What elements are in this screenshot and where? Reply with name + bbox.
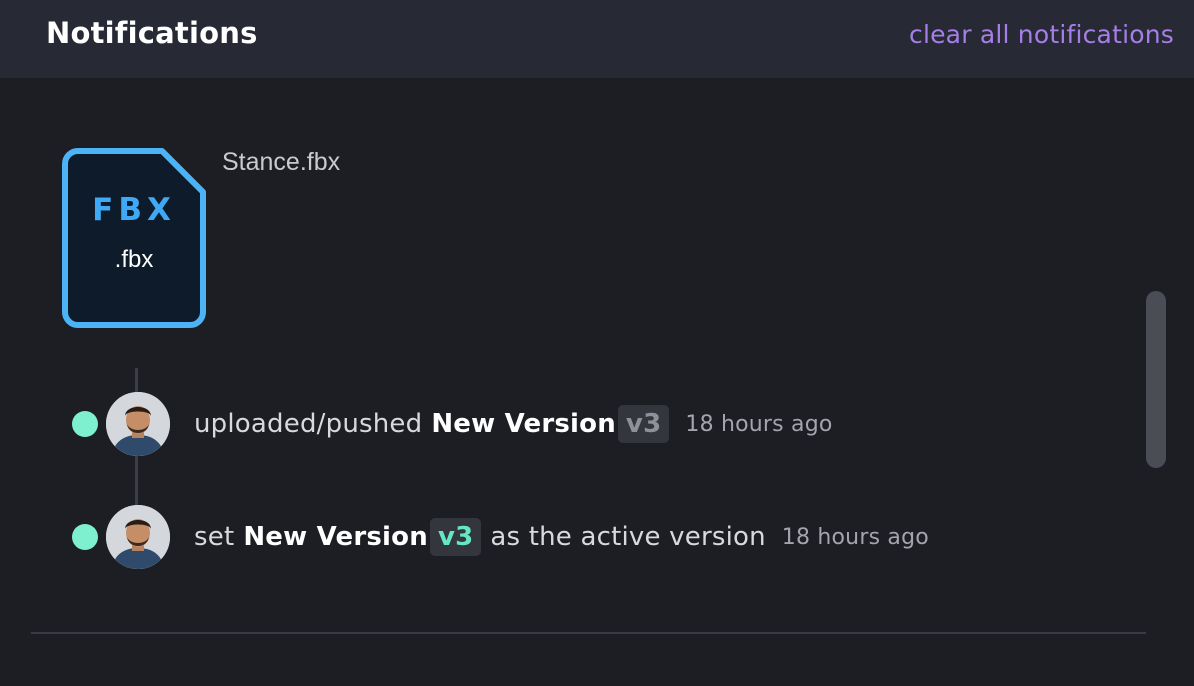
activity-item: set New Version v3 as the active version… bbox=[72, 504, 929, 570]
activity-action: uploaded/pushed bbox=[194, 409, 423, 439]
file-type-label: FBX bbox=[92, 192, 176, 228]
notifications-panel: Notifications clear all notifications FB… bbox=[0, 0, 1194, 686]
activity-text: set New Version v3 as the active version… bbox=[194, 518, 929, 556]
user-avatar-icon bbox=[106, 392, 170, 456]
version-tag[interactable]: v3 bbox=[617, 405, 670, 443]
version-name[interactable]: New Version bbox=[431, 409, 616, 439]
fbx-file-icon[interactable]: FBX .fbx bbox=[62, 148, 206, 328]
activity-action: set bbox=[194, 522, 235, 552]
unread-status-dot bbox=[72, 411, 98, 437]
avatar[interactable] bbox=[106, 392, 170, 456]
divider bbox=[31, 632, 1146, 634]
file-shape-icon bbox=[62, 148, 206, 328]
timestamp: 18 hours ago bbox=[685, 411, 833, 437]
avatar[interactable] bbox=[106, 505, 170, 569]
activity-action-suffix: as the active version bbox=[490, 522, 766, 552]
file-name[interactable]: Stance.fbx bbox=[222, 148, 340, 177]
user-avatar-icon bbox=[106, 505, 170, 569]
unread-status-dot bbox=[72, 524, 98, 550]
file-extension-label: .fbx bbox=[114, 246, 154, 273]
timestamp: 18 hours ago bbox=[781, 524, 929, 550]
page-title: Notifications bbox=[46, 16, 258, 50]
clear-all-notifications-link[interactable]: clear all notifications bbox=[909, 20, 1174, 49]
activity-text: uploaded/pushed New Version v3 18 hours … bbox=[194, 405, 833, 443]
notifications-header: Notifications clear all notifications bbox=[0, 0, 1194, 78]
activity-item: uploaded/pushed New Version v3 18 hours … bbox=[72, 391, 833, 457]
scrollbar-thumb[interactable] bbox=[1146, 291, 1166, 468]
version-name[interactable]: New Version bbox=[243, 522, 428, 552]
version-tag[interactable]: v3 bbox=[429, 518, 482, 556]
